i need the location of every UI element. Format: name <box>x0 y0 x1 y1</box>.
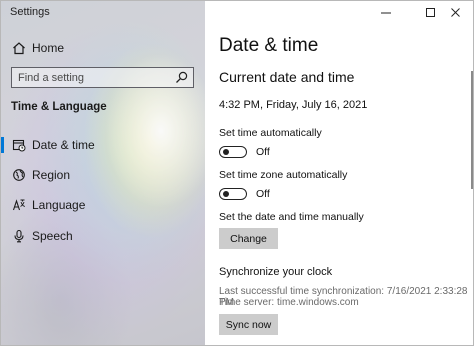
scrollbar[interactable] <box>471 71 473 189</box>
current-datetime: 4:32 PM, Friday, July 16, 2021 <box>219 99 368 111</box>
app-title: Settings <box>10 6 50 18</box>
sidebar-item-home[interactable]: Home <box>1 33 205 63</box>
sidebar-item-label: Date & time <box>32 138 95 152</box>
sidebar-item-label: Home <box>32 41 65 55</box>
auto-timezone-state: Off <box>256 188 270 200</box>
auto-time-state: Off <box>256 146 270 158</box>
microphone-icon <box>14 229 24 243</box>
search-input[interactable] <box>18 68 168 87</box>
globe-icon <box>13 169 25 181</box>
sidebar-item-speech[interactable]: Speech <box>1 221 205 251</box>
minimize-button[interactable] <box>369 1 403 23</box>
minimize-icon <box>381 12 391 14</box>
time-server-text: Time server: time.windows.com <box>219 297 359 308</box>
home-icon <box>13 42 25 55</box>
sidebar-item-region[interactable]: Region <box>1 160 205 190</box>
sidebar-item-date-time[interactable]: Date & time <box>1 130 205 160</box>
sidebar-item-language[interactable]: Language <box>1 190 205 220</box>
sidebar-item-label: Language <box>32 198 86 212</box>
auto-timezone-label: Set time zone automatically <box>219 169 348 181</box>
search-icon[interactable] <box>175 71 188 84</box>
section-heading: Current date and time <box>219 69 355 85</box>
settings-window: Settings Home Time & Language <box>0 0 474 346</box>
manual-time-label: Set the date and time manually <box>219 211 364 223</box>
search-box[interactable] <box>11 67 194 88</box>
auto-time-label: Set time automatically <box>219 127 322 139</box>
language-icon <box>12 199 25 211</box>
auto-time-toggle[interactable] <box>219 146 247 158</box>
sidebar-item-label: Region <box>32 168 71 182</box>
toggle-knob <box>223 190 229 197</box>
selection-indicator <box>1 137 4 153</box>
sidebar-item-label: Speech <box>32 229 73 243</box>
sync-heading: Synchronize your clock <box>219 266 333 278</box>
toggle-knob <box>223 148 229 155</box>
sync-now-button[interactable]: Sync now <box>219 314 278 335</box>
sidebar: Settings Home Time & Language <box>1 1 205 345</box>
main-pane: Date & time Current date and time 4:32 P… <box>205 1 473 345</box>
close-button[interactable] <box>441 1 473 23</box>
calendar-clock-icon <box>12 139 26 152</box>
auto-timezone-toggle[interactable] <box>219 188 247 200</box>
change-button[interactable]: Change <box>219 228 278 249</box>
close-icon <box>451 8 460 17</box>
maximize-icon <box>426 8 435 17</box>
page-title: Date & time <box>219 35 319 56</box>
section-title: Time & Language <box>11 101 107 113</box>
